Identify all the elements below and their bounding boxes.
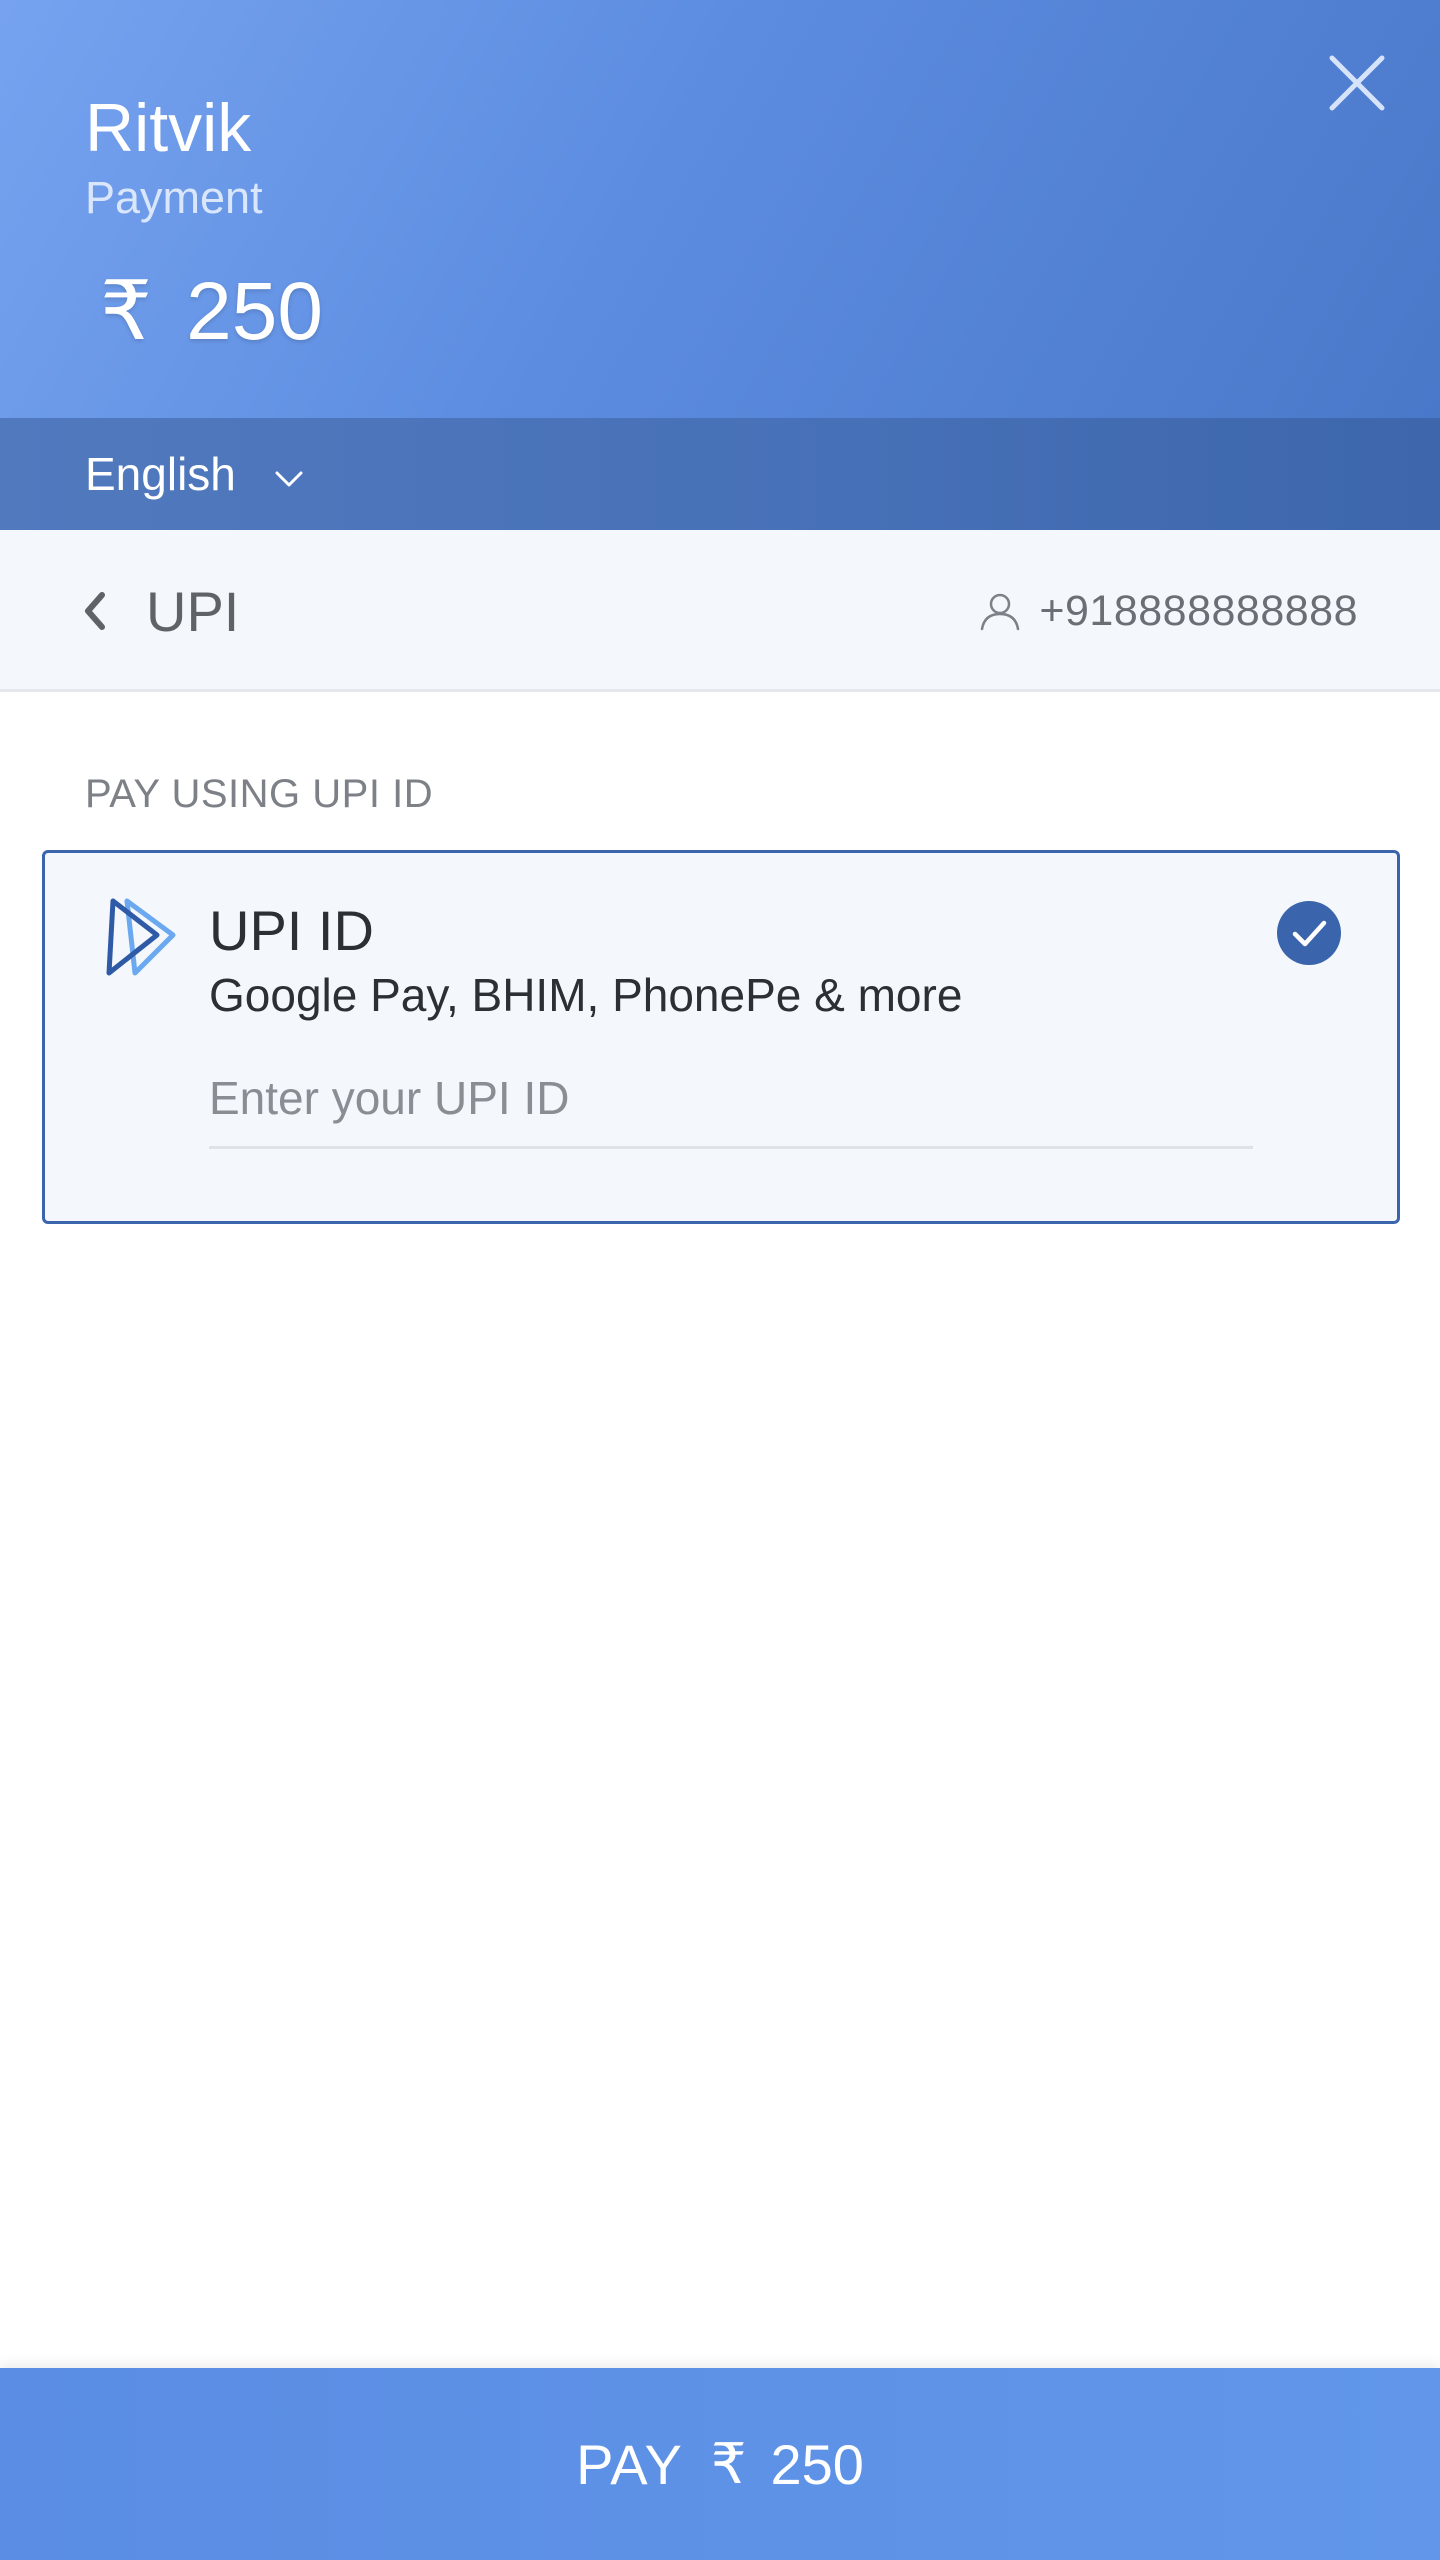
upi-logo-icon — [106, 898, 176, 976]
currency-symbol: ₹ — [100, 266, 153, 357]
merchant-subtitle: Payment — [85, 172, 263, 223]
chevron-down-icon — [275, 471, 303, 487]
header-amount: ₹ 250 — [100, 262, 323, 362]
upi-id-option[interactable]: UPI ID Google Pay, BHIM, PhonePe & more — [42, 850, 1400, 1224]
back-button[interactable]: UPI — [80, 530, 239, 692]
upi-option-description: Google Pay, BHIM, PhonePe & more — [209, 969, 963, 1021]
chevron-left-icon — [85, 592, 105, 630]
pay-button[interactable]: PAY ₹ 250 — [0, 2368, 1440, 2560]
pay-label: PAY — [576, 2432, 683, 2496]
pay-amount: 250 — [770, 2432, 864, 2496]
close-icon — [1329, 55, 1385, 111]
merchant-name: Ritvik — [85, 90, 252, 166]
checkout-header: Ritvik Payment ₹ 250 — [0, 0, 1440, 418]
check-circle-icon — [1277, 901, 1341, 965]
language-label: English — [85, 448, 236, 500]
section-title: PAY USING UPI ID — [85, 772, 434, 816]
amount-value: 250 — [186, 266, 323, 357]
language-dropdown[interactable]: English — [85, 418, 304, 530]
method-nav: UPI +918888888888 — [0, 530, 1440, 692]
payment-checkout: Ritvik Payment ₹ 250 English UPI +918888… — [0, 0, 1440, 2560]
close-button[interactable] — [1326, 52, 1388, 114]
method-label: UPI — [146, 579, 240, 643]
pay-currency-symbol: ₹ — [710, 2432, 747, 2495]
upi-option-title: UPI ID — [209, 899, 374, 962]
user-icon — [981, 593, 1020, 631]
phone-number: +918888888888 — [1039, 586, 1358, 635]
language-bar: English — [0, 418, 1440, 530]
contact-info[interactable]: +918888888888 — [979, 530, 1358, 692]
upi-id-input[interactable] — [209, 1049, 1253, 1149]
